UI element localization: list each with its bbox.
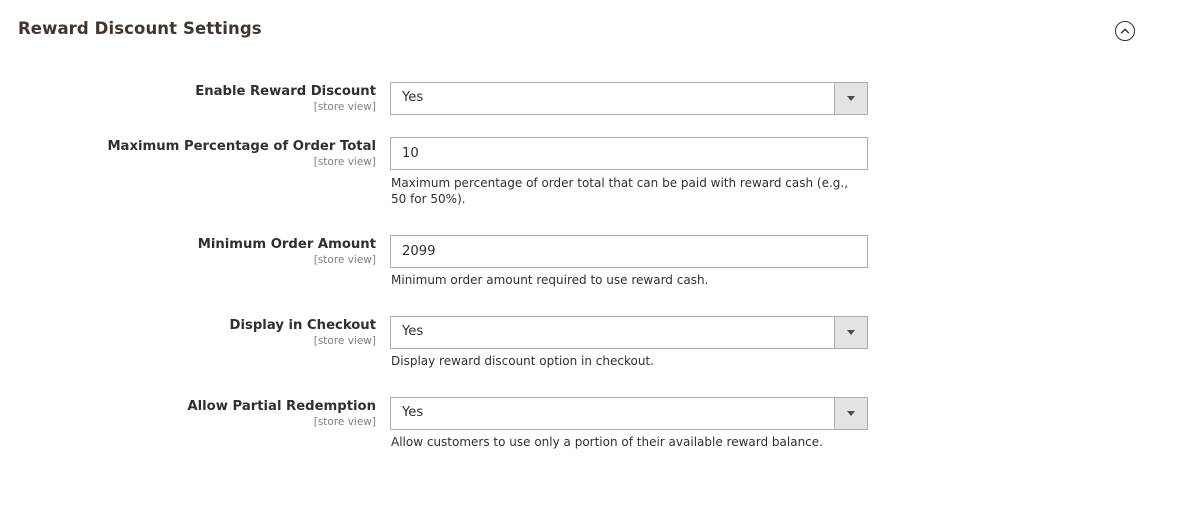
section-title: Reward Discount Settings <box>18 19 262 38</box>
field-label-group: Enable Reward Discount [store view] <box>195 83 376 113</box>
field-label: Maximum Percentage of Order Total <box>107 139 376 154</box>
scope-label: [store view] <box>313 254 376 266</box>
select-value: Yes <box>402 90 424 105</box>
min-order-amount-input[interactable] <box>391 236 867 267</box>
field-label-group: Display in Checkout [store view] <box>230 317 376 347</box>
field-label: Allow Partial Redemption <box>187 399 376 414</box>
collapse-section-button[interactable] <box>1115 21 1135 41</box>
max-percentage-input[interactable] <box>391 138 867 169</box>
select-value: Yes <box>402 405 424 420</box>
field-label-group: Allow Partial Redemption [store view] <box>187 398 376 428</box>
select-dropdown-button[interactable] <box>834 317 867 348</box>
chevron-up-icon <box>1120 28 1130 34</box>
field-note: Minimum order amount required to use rew… <box>391 273 709 287</box>
scope-label: [store view] <box>313 416 376 428</box>
scope-label: [store view] <box>313 101 376 113</box>
scope-label: [store view] <box>313 335 376 347</box>
scope-label: [store view] <box>313 156 376 168</box>
select-dropdown-button[interactable] <box>834 83 867 114</box>
caret-down-icon <box>847 330 855 335</box>
select-dropdown-button[interactable] <box>834 398 867 429</box>
field-note: Display reward discount option in checko… <box>391 354 654 368</box>
field-label-group: Maximum Percentage of Order Total [store… <box>107 138 376 168</box>
field-label: Display in Checkout <box>229 318 376 333</box>
field-note: Allow customers to use only a portion of… <box>391 435 823 449</box>
allow-partial-redemption-select[interactable]: Yes <box>390 397 868 430</box>
field-note: Maximum percentage of order total that c… <box>391 176 849 206</box>
select-value: Yes <box>402 324 424 339</box>
max-percentage-container <box>390 137 868 170</box>
section-header[interactable]: Reward Discount Settings <box>0 0 1180 62</box>
field-label: Enable Reward Discount <box>195 84 376 99</box>
display-in-checkout-select[interactable]: Yes <box>390 316 868 349</box>
enable-reward-discount-select[interactable]: Yes <box>390 82 868 115</box>
caret-down-icon <box>847 411 855 416</box>
min-order-container <box>390 235 868 268</box>
caret-down-icon <box>847 96 855 101</box>
field-label: Minimum Order Amount <box>197 237 376 252</box>
field-label-group: Minimum Order Amount [store view] <box>198 236 376 266</box>
